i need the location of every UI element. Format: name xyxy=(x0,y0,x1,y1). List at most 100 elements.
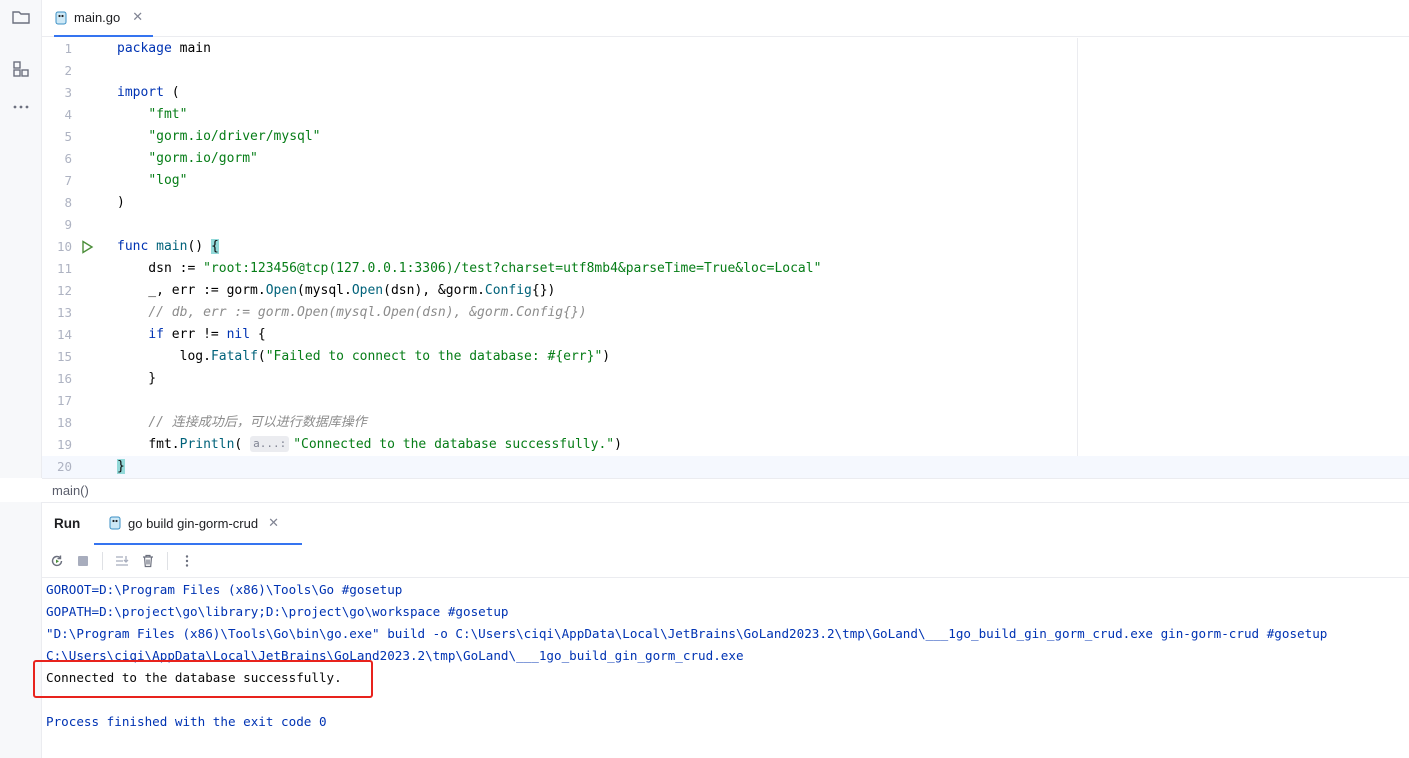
parameter-hint: a...: xyxy=(250,436,290,452)
run-gutter-icon[interactable] xyxy=(79,239,95,255)
code-token: (dsn), & xyxy=(383,283,446,298)
code-line[interactable]: 8) xyxy=(42,192,1077,214)
code-text: "fmt" xyxy=(117,104,187,126)
line-number: 19 xyxy=(56,437,72,452)
activity-strip xyxy=(0,0,42,758)
line-number: 18 xyxy=(56,415,72,430)
code-token: {}) xyxy=(531,283,556,298)
run-tab-go-build[interactable]: go build gin-gorm-crud ✕ xyxy=(94,503,302,545)
code-line[interactable]: 19 fmt.Println( a...: "Connected to the d… xyxy=(42,434,1077,456)
line-number: 14 xyxy=(56,327,72,342)
code-token: "fmt" xyxy=(148,107,188,122)
structure-icon[interactable] xyxy=(10,58,32,80)
code-line[interactable]: 1 package main xyxy=(42,38,1077,60)
code-token: dsn := xyxy=(117,261,204,276)
code-line[interactable]: 7 "log" xyxy=(42,170,1077,192)
code-line[interactable]: 11 dsn := "root:123456@tcp(127.0.0.1:330… xyxy=(42,258,1077,280)
code-token: Fatalf xyxy=(210,349,258,364)
toolbar-separator xyxy=(102,551,103,570)
run-tool-window-header: Run go build gin-gorm-crud ✕ xyxy=(42,502,1409,545)
code-token: gorm xyxy=(226,283,258,298)
code-line[interactable]: 12 _, err := gorm.Open(mysql.Open(dsn), … xyxy=(42,280,1077,302)
code-token: mysql xyxy=(304,283,344,298)
code-token: func xyxy=(117,239,149,254)
code-text: fmt.Println( a...: "Connected to the data… xyxy=(117,434,622,456)
code-token: nil xyxy=(226,327,251,342)
console-line: Process finished with the exit code 0 xyxy=(46,714,327,729)
clear-button[interactable] xyxy=(137,550,159,572)
code-line[interactable]: 2 xyxy=(42,60,1077,82)
code-text: // db, err := gorm.Open(mysql.Open(dsn),… xyxy=(117,302,587,324)
code-text: "gorm.io/driver/mysql" xyxy=(117,126,320,148)
code-token: "Connected to the database successfully.… xyxy=(293,437,615,452)
code-text: package main xyxy=(117,38,211,60)
code-line[interactable]: 18 // 连接成功后，可以进行数据库操作 xyxy=(42,412,1077,434)
code-line[interactable]: 17 xyxy=(42,390,1077,412)
code-token: ) xyxy=(602,349,611,364)
code-line[interactable]: 14 if err != nil { xyxy=(42,324,1077,346)
code-line[interactable]: 15 log.Fatalf("Failed to connect to the … xyxy=(42,346,1077,368)
toolbar-separator xyxy=(167,551,168,570)
code-token: "root:123456@tcp(127.0.0.1:3306)/test?ch… xyxy=(203,261,822,276)
line-number: 7 xyxy=(64,173,72,188)
code-text: ) xyxy=(117,192,125,214)
code-editor[interactable]: 1 package main 2 3 import (4 "fmt" 5 "gorm.io… xyxy=(42,38,1409,478)
rerun-icon xyxy=(51,555,63,566)
code-line[interactable]: 4 "fmt" xyxy=(42,104,1077,126)
code-token: . xyxy=(344,283,352,298)
code-token: Open xyxy=(351,283,384,298)
close-icon[interactable]: ✕ xyxy=(268,516,279,531)
code-text: import ( xyxy=(117,82,180,104)
code-token: . xyxy=(477,283,485,298)
code-token: // 连接成功后，可以进行数据库操作 xyxy=(148,415,367,430)
line-number: 17 xyxy=(56,393,72,408)
code-token: import xyxy=(117,85,164,100)
tab-main-go[interactable]: main.go ✕ xyxy=(54,0,154,37)
line-number: 15 xyxy=(56,349,72,364)
rerun-button[interactable] xyxy=(46,550,68,572)
scroll-end-icon xyxy=(116,555,129,566)
code-line[interactable]: 13 // db, err := gorm.Open(mysql.Open(ds… xyxy=(42,302,1077,324)
code-text: if err != nil { xyxy=(117,324,265,346)
more-options-button[interactable] xyxy=(176,550,198,572)
code-line[interactable]: 9 xyxy=(42,214,1077,236)
breadcrumb[interactable]: main() xyxy=(42,478,1409,502)
folder-icon[interactable] xyxy=(10,6,32,28)
more-icon[interactable] xyxy=(10,96,32,118)
code-token: gorm xyxy=(445,283,478,298)
stop-button[interactable] xyxy=(72,550,94,572)
code-token: _, err := xyxy=(117,283,227,298)
highlight-annotation-box xyxy=(33,660,373,698)
code-token: . xyxy=(257,283,266,298)
code-token: ( xyxy=(257,349,266,364)
code-line[interactable]: 5 "gorm.io/driver/mysql" xyxy=(42,126,1077,148)
close-icon[interactable]: ✕ xyxy=(132,10,143,25)
line-number: 16 xyxy=(56,371,72,386)
code-text: dsn := "root:123456@tcp(127.0.0.1:3306)/… xyxy=(117,258,821,280)
code-token: Open xyxy=(265,283,298,298)
line-number: 9 xyxy=(64,217,72,232)
run-tab-label: go build gin-gorm-crud xyxy=(128,515,259,531)
line-number: 11 xyxy=(56,261,72,276)
code-line[interactable]: 16 } xyxy=(42,368,1077,390)
line-number: 5 xyxy=(64,129,72,144)
run-panel-title: Run xyxy=(54,516,81,531)
code-line[interactable]: 6 "gorm.io/gorm" xyxy=(42,148,1077,170)
code-line[interactable]: 10 func main() { xyxy=(42,236,1077,258)
line-number: 13 xyxy=(56,305,72,320)
code-token: } xyxy=(117,459,125,474)
code-text: _, err := gorm.Open(mysql.Open(dsn), &go… xyxy=(117,280,555,302)
line-number: 6 xyxy=(64,151,72,166)
code-token: Println xyxy=(179,437,235,452)
code-line[interactable]: 3 import ( xyxy=(42,82,1077,104)
line-number: 8 xyxy=(64,195,72,210)
code-token: // db, err := gorm.Open(mysql.Open(dsn),… xyxy=(148,305,587,320)
code-line[interactable]: 20} xyxy=(42,456,1409,478)
code-token: Config xyxy=(484,283,532,298)
scroll-to-end-button[interactable] xyxy=(111,550,133,572)
